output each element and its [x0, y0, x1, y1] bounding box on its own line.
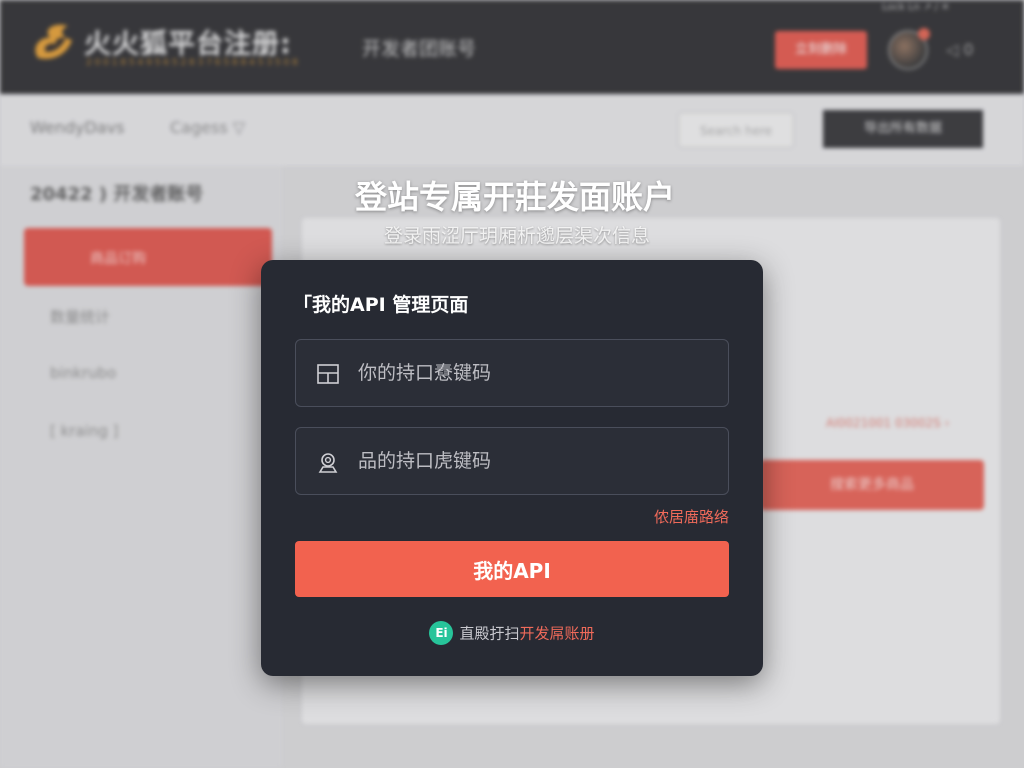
submit-button[interactable]: 我的API — [295, 541, 729, 597]
modal-title: 「我的API 管理页面 — [293, 294, 469, 316]
register-prompt: 直殿扜扫 — [459, 624, 520, 643]
overlay-title: 登站专属开莊发面账户 — [354, 178, 675, 216]
ei-badge-icon: Ei — [429, 621, 454, 645]
user-badge-icon — [318, 453, 338, 473]
password-field[interactable] — [295, 427, 729, 495]
register-row: Ei 直殿扜扫开发屌账册 — [261, 621, 763, 645]
forgot-password-link[interactable]: 侬居庿路络 — [654, 506, 729, 527]
register-link[interactable]: 开发屌账册 — [520, 625, 595, 643]
layout-icon — [317, 364, 339, 384]
password-input[interactable] — [358, 428, 718, 494]
username-field[interactable] — [295, 339, 729, 407]
overlay-subtitle: 登录雨涩厅玥厢析邈层渠次信息 — [383, 225, 650, 247]
login-modal: 「我的API 管理页面 侬居庿路络 我的API Ei 直殿扜扫开发屌账册 — [261, 260, 763, 676]
username-input[interactable] — [358, 340, 718, 406]
